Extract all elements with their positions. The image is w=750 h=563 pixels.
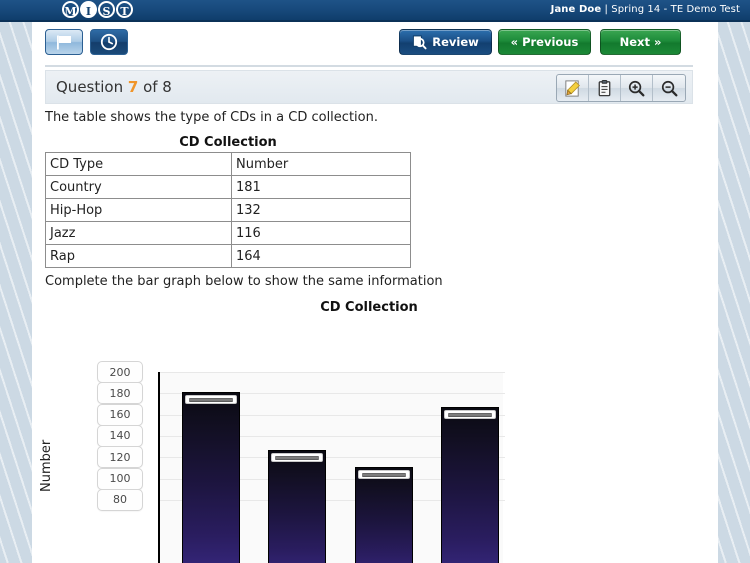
logo-letter-s: S: [98, 1, 115, 18]
mist-logo: M I S T: [62, 1, 133, 18]
table-body: CD Type Number Country 181 Hip-Hop 132 J…: [45, 152, 411, 268]
user-separator: |: [601, 4, 612, 15]
drag-grip-lines: [448, 412, 492, 417]
y-axis-tick-140: 140: [97, 424, 143, 447]
bar-drag-handle[interactable]: [271, 453, 323, 462]
table-caption: CD Collection: [179, 135, 277, 150]
review-button[interactable]: Review: [399, 29, 492, 55]
page-title: Question 7 of 8: [56, 78, 172, 96]
bar-rap[interactable]: [441, 407, 499, 563]
app-header-bar: M I S T Jane Doe | Spring 14 - TE Demo T…: [0, 0, 750, 22]
question-tools-bar: [556, 74, 686, 102]
bar-hip-hop[interactable]: [268, 450, 326, 563]
logo-letter-i: I: [80, 1, 97, 18]
table-header-number: Number: [231, 152, 411, 176]
question-number: 7: [127, 78, 139, 96]
y-axis-tick-180: 180: [97, 382, 143, 405]
right-decorative-band: [718, 22, 750, 563]
next-question-button[interactable]: Next »: [600, 29, 681, 55]
cell-number-country: 181: [231, 175, 411, 199]
y-axis-tick-160: 160: [97, 403, 143, 426]
logo-letter-t: T: [116, 1, 133, 18]
notepad-icon: [598, 79, 611, 96]
zoom-in-button[interactable]: [621, 75, 653, 101]
question-prefix: Question: [56, 78, 128, 96]
chart-title: CD Collection: [320, 300, 418, 315]
zoom-in-icon: [628, 80, 645, 96]
cell-type-rap: Rap: [45, 244, 232, 268]
cell-type-country: Country: [45, 175, 232, 199]
question-prompt-1: The table shows the type of CDs in a CD …: [45, 110, 378, 125]
next-button-label: Next »: [619, 35, 662, 49]
y-axis-tick-80: 80: [97, 488, 143, 511]
logo-letter-m: M: [62, 1, 79, 18]
clock-icon: [100, 33, 118, 51]
zoom-out-icon: [661, 80, 677, 96]
flag-question-button[interactable]: [45, 29, 83, 55]
cell-number-hiphop: 132: [231, 198, 411, 222]
mist-test-window: M I S T Jane Doe | Spring 14 - TE Demo T…: [0, 0, 750, 563]
left-swoosh-pattern: [0, 22, 32, 563]
drag-grip-lines: [189, 397, 233, 402]
left-decorative-band: [0, 22, 32, 563]
magnifier-document-icon: [413, 34, 427, 49]
timer-button[interactable]: [90, 29, 128, 55]
test-name: Spring 14 - TE Demo Test: [611, 4, 740, 15]
table-row: Rap 164: [45, 244, 411, 268]
gridline-200: [160, 372, 505, 373]
cell-number-rap: 164: [231, 244, 411, 268]
zoom-out-button[interactable]: [653, 75, 685, 101]
toolbar-divider: [45, 65, 693, 67]
y-axis-tick-100: 100: [97, 467, 143, 490]
content-panel: Review « Previous Next » Question 7 of 8: [32, 22, 718, 563]
bar-jazz[interactable]: [355, 467, 413, 563]
bar-drag-handle[interactable]: [358, 470, 410, 479]
flag-icon: [57, 35, 71, 49]
table-row: Jazz 116: [45, 221, 411, 245]
table-header-cd-type: CD Type: [45, 152, 232, 176]
highlighter-button[interactable]: [557, 75, 589, 101]
previous-button-label: « Previous: [510, 35, 579, 49]
drag-grip-lines: [362, 472, 406, 477]
bar-drag-handle[interactable]: [444, 410, 496, 419]
y-axis-tick-200: 200: [97, 361, 143, 383]
table-header-row: CD Type Number: [45, 152, 411, 176]
table-row: Hip-Hop 132: [45, 198, 411, 222]
previous-question-button[interactable]: « Previous: [498, 29, 591, 55]
cell-number-jazz: 116: [231, 221, 411, 245]
user-session-info: Jane Doe | Spring 14 - TE Demo Test: [551, 4, 740, 15]
y-axis-label: Number: [39, 439, 54, 492]
notepad-button[interactable]: [589, 75, 621, 101]
table-row: Country 181: [45, 175, 411, 199]
question-prompt-2: Complete the bar graph below to show the…: [45, 274, 443, 289]
bar-graph-widget: Number 200 180 160 140 120 100 80: [39, 322, 693, 563]
cell-type-hiphop: Hip-Hop: [45, 198, 232, 222]
cd-collection-table: CD Type Number Country 181 Hip-Hop 132 J…: [45, 152, 411, 268]
test-toolbar: Review « Previous Next »: [32, 29, 718, 59]
user-name: Jane Doe: [550, 4, 602, 15]
highlighter-icon: [565, 79, 580, 97]
bar-country[interactable]: [182, 392, 240, 563]
review-button-label: Review: [432, 35, 479, 49]
question-header: Question 7 of 8: [45, 70, 693, 104]
drag-grip-lines: [275, 455, 319, 460]
question-suffix: of 8: [138, 78, 172, 96]
plot-area: [158, 372, 505, 563]
y-axis-tick-120: 120: [97, 446, 143, 469]
bar-drag-handle[interactable]: [185, 395, 237, 404]
cell-type-jazz: Jazz: [45, 221, 232, 245]
right-swoosh-pattern: [718, 22, 750, 563]
